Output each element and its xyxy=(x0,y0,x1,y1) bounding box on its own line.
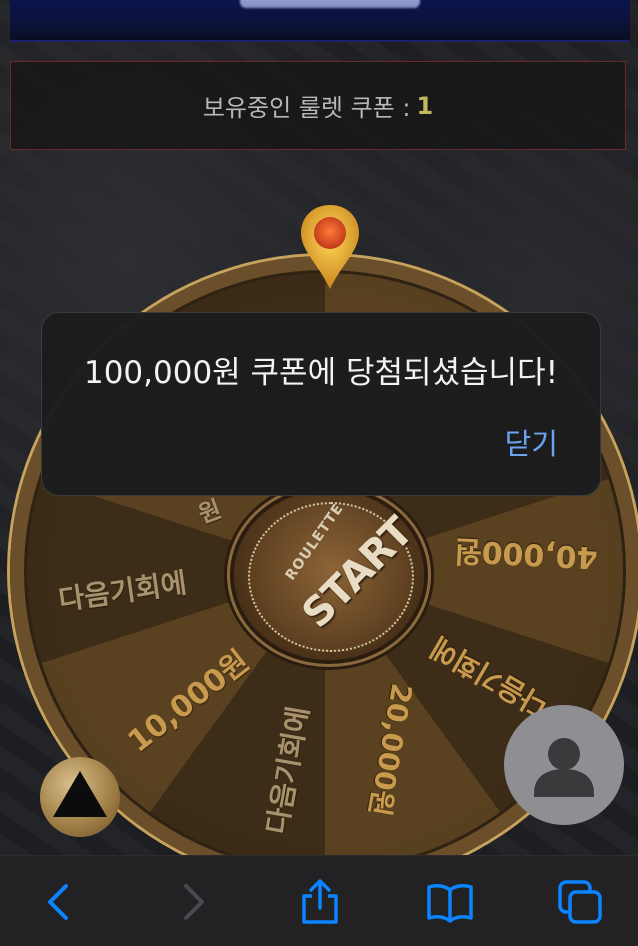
back-icon[interactable] xyxy=(36,878,84,926)
person-icon xyxy=(534,738,594,797)
up-arrow-icon xyxy=(53,771,107,817)
share-icon[interactable] xyxy=(296,878,344,926)
scroll-top-button[interactable] xyxy=(40,757,120,837)
segment-label: 40,000원 xyxy=(453,532,599,575)
forward-icon[interactable] xyxy=(168,878,216,926)
browser-toolbar xyxy=(0,855,638,946)
alert-message: 100,000원 쿠폰에 당첨되셨습니다! xyxy=(83,355,559,391)
tabs-icon[interactable] xyxy=(556,878,604,926)
profile-button[interactable] xyxy=(504,705,624,825)
close-button[interactable]: 닫기 xyxy=(505,421,558,463)
start-button[interactable]: ROULETTE START xyxy=(234,490,424,660)
alert-dialog: 100,000원 쿠폰에 당첨되셨습니다! 닫기 xyxy=(41,312,601,496)
wheel-pointer-icon xyxy=(301,205,359,289)
bookmarks-icon[interactable] xyxy=(426,878,474,926)
